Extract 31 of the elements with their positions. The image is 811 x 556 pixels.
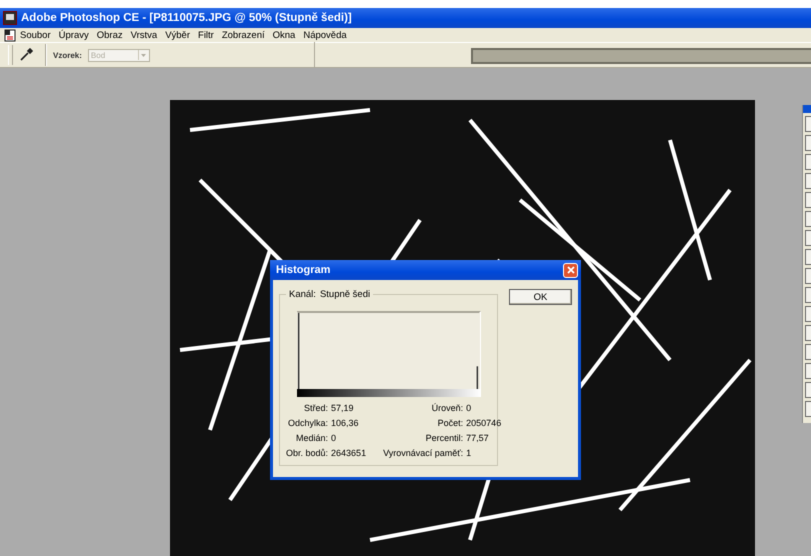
menu-item[interactable]: Výběr <box>161 30 194 40</box>
menu-item[interactable]: Nápověda <box>299 30 351 40</box>
stat-label: Obr. bodů: <box>286 448 328 458</box>
menu-item[interactable]: Úpravy <box>54 30 93 40</box>
stat-value: 77,57 <box>466 433 490 443</box>
menu-item[interactable]: Filtr <box>194 30 218 40</box>
menu-item[interactable]: Obraz <box>92 30 127 40</box>
stat-label: Úroveň: <box>430 403 464 413</box>
stat-label: Odchylka: <box>287 418 328 428</box>
stat-value: 0 <box>331 433 338 443</box>
stat-value: 2050746 <box>466 418 502 428</box>
stat-value: 1 <box>466 448 472 458</box>
menu-item[interactable]: Okna <box>268 30 300 40</box>
window-title: Adobe Photoshop CE - [P8110075.JPG @ 50% (Stupně šedi)] <box>21 12 352 24</box>
menu-item[interactable]: Zobrazení <box>218 30 269 40</box>
sample-label: Vzorek: <box>53 50 82 60</box>
channel-value[interactable]: Stupně šedi <box>320 289 370 300</box>
menu-item[interactable]: Vrstva <box>126 30 162 40</box>
stat-label: Percentil: <box>424 433 464 443</box>
channel-label: Kanál: <box>289 289 316 300</box>
stat-label: Vyrovnávací paměť: <box>382 448 464 458</box>
stat-label: Medián: <box>295 433 328 443</box>
stat-value: 106,36 <box>331 418 360 428</box>
menu-item[interactable]: Soubor <box>16 30 55 40</box>
stat-value: 57,19 <box>331 403 355 413</box>
stat-value: 0 <box>466 403 472 413</box>
stat-label: Střed: <box>303 403 328 413</box>
stat-label: Počet: <box>436 418 464 428</box>
dialog-title: Histogram <box>276 264 330 276</box>
stat-value: 2643651 <box>331 448 366 458</box>
ok-button[interactable]: OK <box>509 289 572 305</box>
